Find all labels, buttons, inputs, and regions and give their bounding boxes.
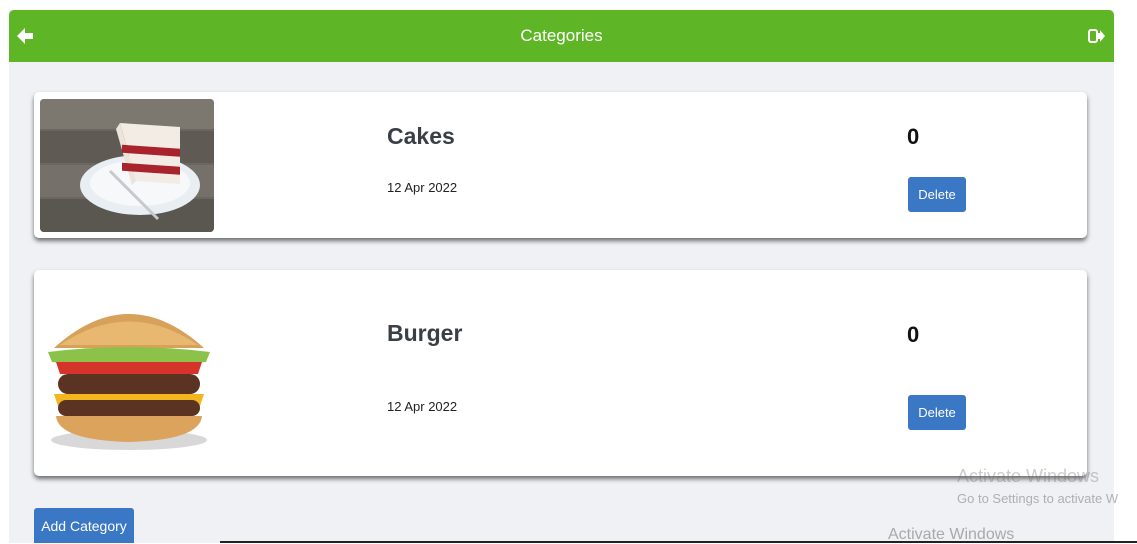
category-name: Burger xyxy=(387,320,463,346)
sign-out-icon[interactable] xyxy=(1088,28,1106,44)
category-card-burger: Burger 12 Apr 2022 0 Delete xyxy=(34,270,1087,476)
category-name: Cakes xyxy=(387,123,455,149)
burger-image xyxy=(40,290,218,456)
watermark-subtext: Go to Settings to activate W xyxy=(957,491,1119,506)
page-title: Categories xyxy=(520,26,603,45)
category-date: 12 Apr 2022 xyxy=(387,180,458,195)
add-category-button[interactable]: Add Category xyxy=(34,508,134,543)
delete-button[interactable]: Delete xyxy=(908,395,966,430)
cake-image xyxy=(40,99,214,232)
category-count: 0 xyxy=(907,322,920,347)
app-container: Categories Cakes 12 Apr 2022 0 Delete Bu… xyxy=(9,10,1114,543)
watermark-text: Activate Windows xyxy=(957,466,1100,486)
delete-button[interactable]: Delete xyxy=(908,177,966,212)
category-date: 12 Apr 2022 xyxy=(387,399,458,414)
category-count: 0 xyxy=(907,124,920,149)
category-card-cakes: Cakes 12 Apr 2022 0 Delete xyxy=(34,92,1087,238)
header-bar: Categories xyxy=(9,10,1114,62)
